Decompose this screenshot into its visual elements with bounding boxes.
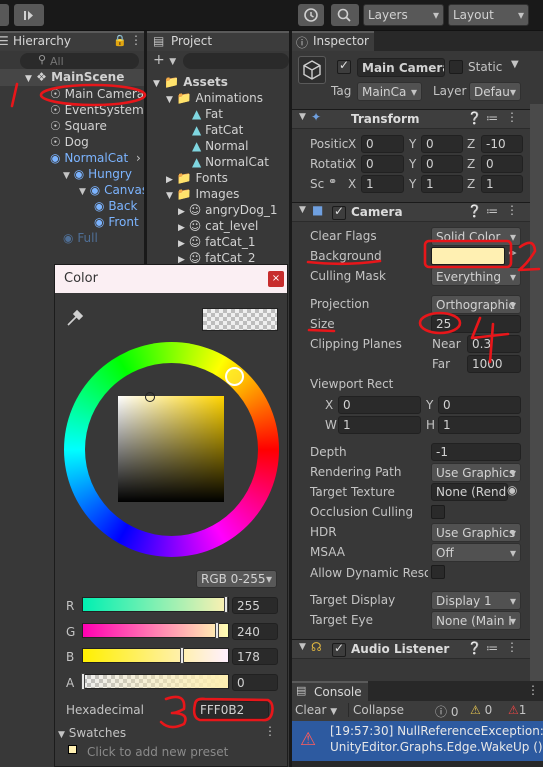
annotation-overlay xyxy=(10,82,541,729)
annotation-circle-size xyxy=(418,311,462,335)
annotation-number-4 xyxy=(470,316,510,364)
annotation-underline-size xyxy=(307,328,336,333)
annotation-number-1 xyxy=(10,82,19,108)
annotation-circle-main-camera xyxy=(39,83,147,107)
annotation-underline-background xyxy=(306,259,382,266)
annotation-number-2 xyxy=(517,241,541,272)
annotation-box-background xyxy=(423,239,513,269)
annotation-number-3 xyxy=(159,695,187,729)
annotation-box-hex xyxy=(192,697,274,722)
